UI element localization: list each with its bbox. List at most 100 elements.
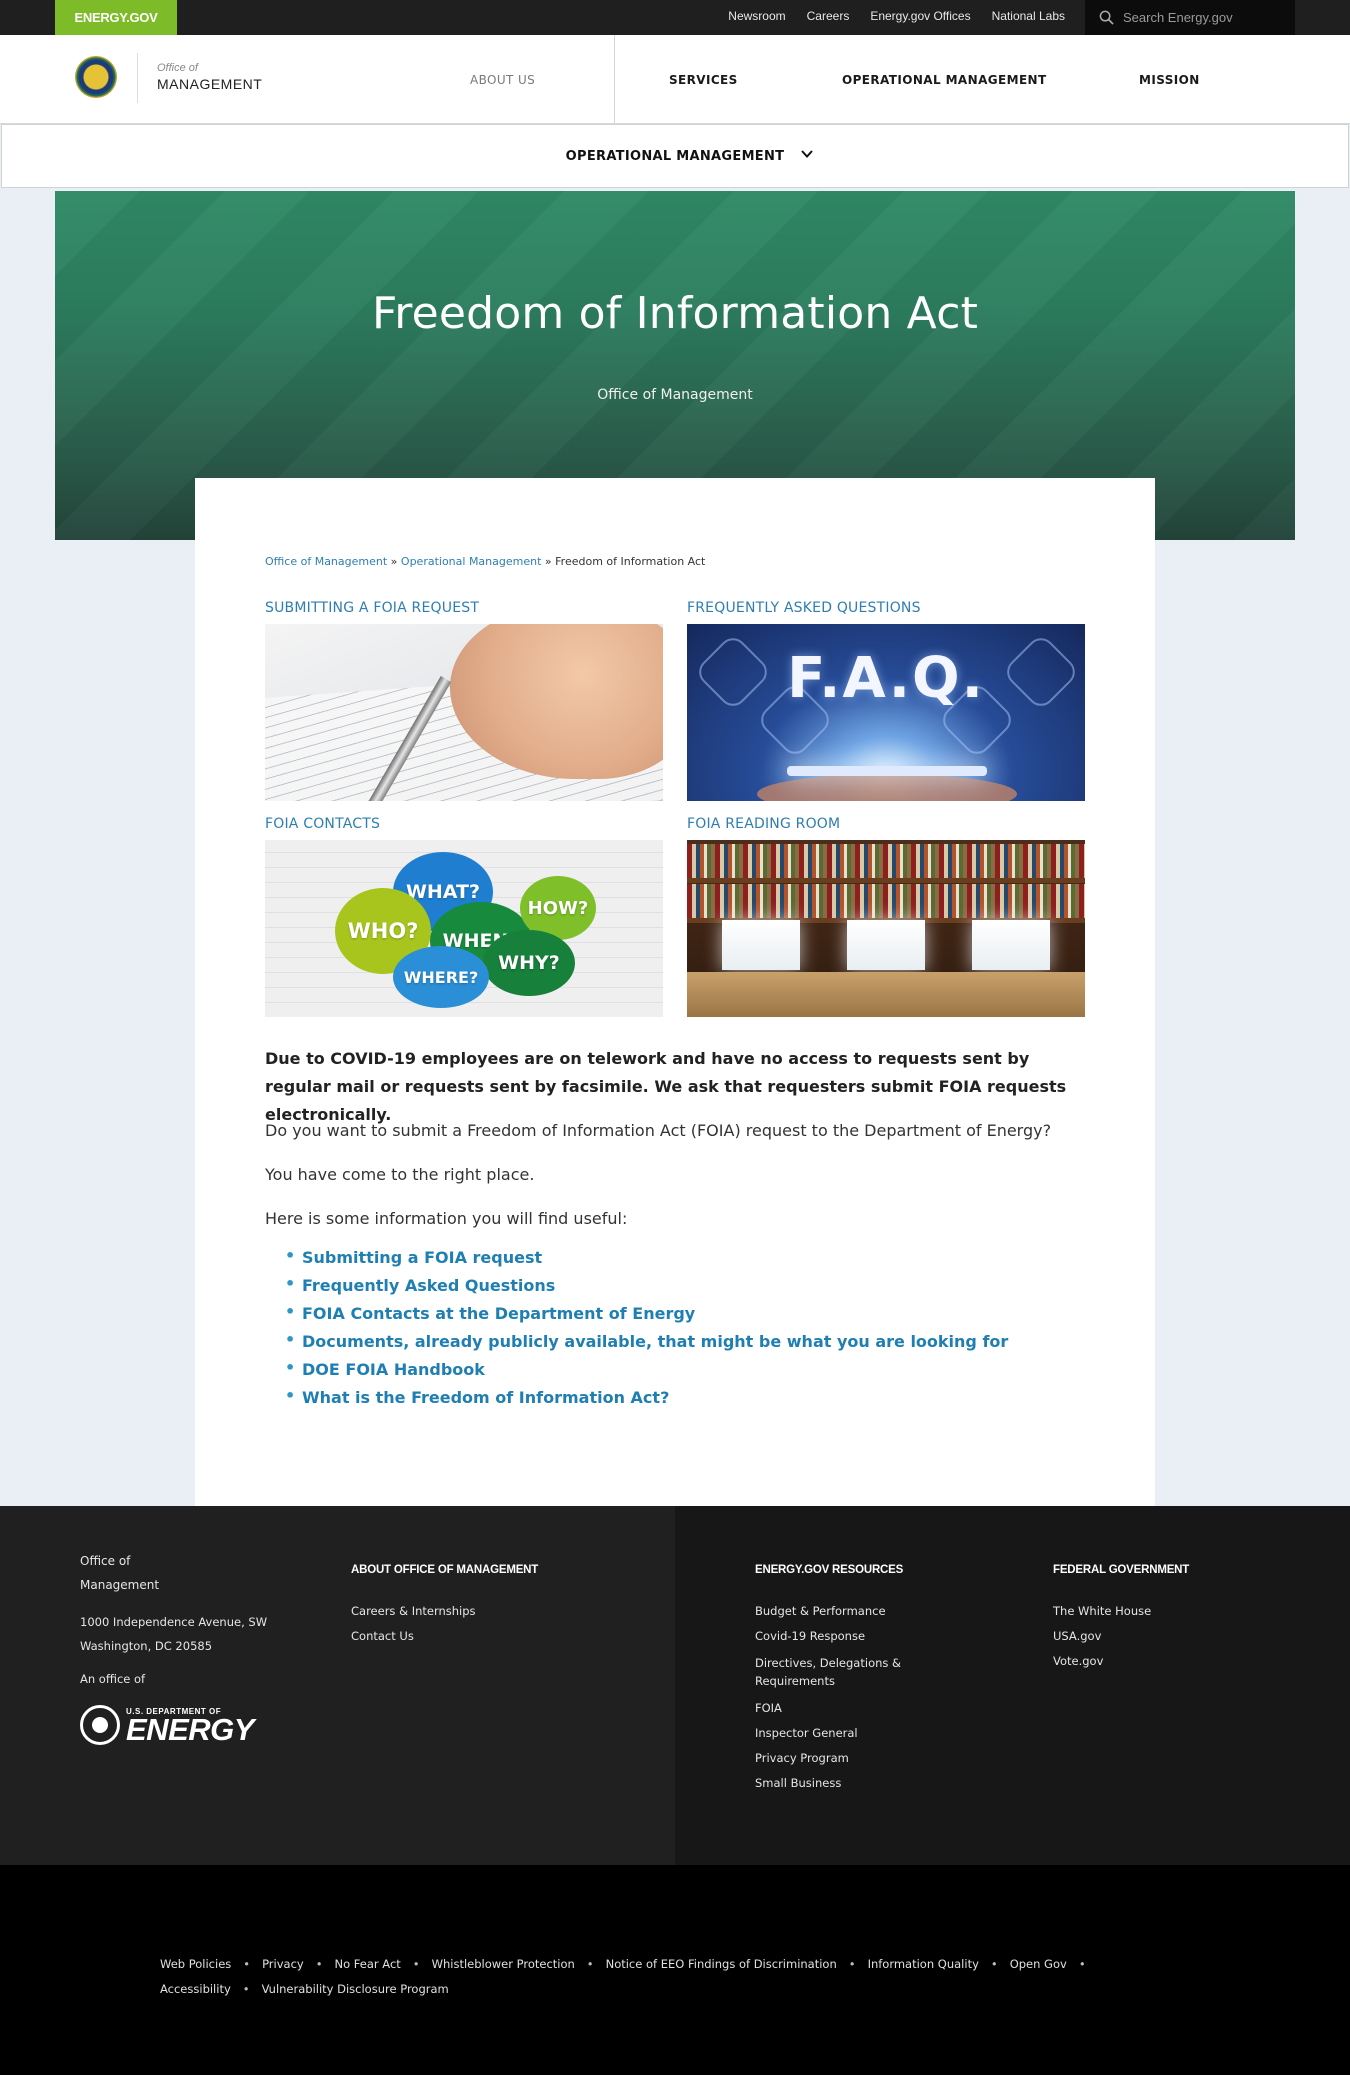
link-foia-contacts[interactable]: FOIA Contacts at the Department of Energ… xyxy=(285,1302,1008,1332)
utility-link-careers[interactable]: Careers xyxy=(807,9,850,23)
breadcrumb-separator: » xyxy=(544,555,552,568)
nav-operational-management[interactable]: OPERATIONAL MANAGEMENT xyxy=(842,35,1047,124)
footer-office-of: An office of xyxy=(80,1672,146,1686)
search-icon[interactable] xyxy=(1099,10,1114,25)
page-title: Freedom of Information Act xyxy=(371,288,979,339)
footer-heading-about: ABOUT OFFICE OF MANAGEMENT xyxy=(351,1564,539,1576)
desk-graphic xyxy=(687,972,1085,1017)
footer-link-budget-performance[interactable]: Budget & Performance xyxy=(755,1604,925,1618)
tile-image-faq[interactable]: F.A.Q. xyxy=(687,624,1085,801)
legal-link-web-policies[interactable]: Web Policies xyxy=(160,1957,231,1971)
shelf-board xyxy=(687,878,1085,883)
useful-info-heading: Here is some information you will find u… xyxy=(265,1209,628,1228)
useful-links-list: Submitting a FOIA request Frequently Ask… xyxy=(285,1246,1008,1416)
main-nav: ABOUT US SERVICES OPERATIONAL MANAGEMENT… xyxy=(0,35,1350,124)
footer-link-foia[interactable]: FOIA xyxy=(755,1701,925,1715)
bookshelf-row xyxy=(687,844,1085,878)
doe-footer-logo[interactable]: U.S. DEPARTMENT OF ENERGY xyxy=(80,1705,254,1745)
utility-link-newsroom[interactable]: Newsroom xyxy=(728,9,785,23)
footer-address-line1: 1000 Independence Avenue, SW xyxy=(80,1615,268,1629)
footer-link-usa-gov[interactable]: USA.gov xyxy=(1053,1629,1151,1643)
footer-address-line2: Washington, DC 20585 xyxy=(80,1639,213,1653)
section-subnav[interactable]: OPERATIONAL MANAGEMENT xyxy=(1,124,1349,188)
main-content-card: Office of Management » Operational Manag… xyxy=(195,478,1155,1506)
nav-mission[interactable]: MISSION xyxy=(1139,35,1200,124)
footer-link-covid-response[interactable]: Covid-19 Response xyxy=(755,1629,925,1643)
legal-link-eeo-findings[interactable]: Notice of EEO Findings of Discrimination xyxy=(606,1957,837,1971)
breadcrumb-office-of-management[interactable]: Office of Management xyxy=(265,555,387,568)
link-faq[interactable]: Frequently Asked Questions xyxy=(285,1274,1008,1304)
intro-question: Do you want to submit a Freedom of Infor… xyxy=(265,1121,1052,1140)
utility-links: Newsroom Careers Energy.gov Offices Nati… xyxy=(728,0,1065,32)
search-box xyxy=(1085,0,1295,35)
doe-wordmark: U.S. DEPARTMENT OF ENERGY xyxy=(126,1707,254,1745)
legal-links-row-1: Web Policies • Privacy • No Fear Act • Whis… xyxy=(160,1957,1086,1971)
footer-link-small-business[interactable]: Small Business xyxy=(755,1776,925,1790)
breadcrumb: Office of Management » Operational Manag… xyxy=(265,555,705,568)
legal-link-information-quality[interactable]: Information Quality xyxy=(868,1957,979,1971)
footer-about-links: Careers & Internships Contact Us xyxy=(351,1604,476,1654)
computer-screen xyxy=(722,920,800,970)
faq-image-text: F.A.Q. xyxy=(787,646,985,711)
footer-link-vote-gov[interactable]: Vote.gov xyxy=(1053,1654,1151,1668)
legal-link-open-gov[interactable]: Open Gov xyxy=(1010,1957,1067,1971)
bottom-legal-bar: Web Policies • Privacy • No Fear Act • Whis… xyxy=(0,1865,1350,2075)
page-subtitle: Office of Management xyxy=(597,387,753,403)
tile-title-faq[interactable]: FREQUENTLY ASKED QUESTIONS xyxy=(687,600,921,616)
nav-divider xyxy=(614,35,615,124)
legal-link-privacy[interactable]: Privacy xyxy=(262,1957,304,1971)
utility-bar: ENERGY.GOV Newsroom Careers Energy.gov O… xyxy=(0,0,1350,35)
bubble-where: WHERE? xyxy=(393,946,489,1008)
link-doe-foia-handbook[interactable]: DOE FOIA Handbook xyxy=(285,1358,1008,1388)
legal-link-accessibility[interactable]: Accessibility xyxy=(160,1982,231,1996)
intro-statement: You have come to the right place. xyxy=(265,1165,535,1184)
footer-resources-links: Budget & Performance Covid-19 Response D… xyxy=(755,1604,925,1801)
bookshelf-row xyxy=(687,884,1085,918)
hands-graphic xyxy=(757,774,1017,801)
breadcrumb-operational-management[interactable]: Operational Management xyxy=(401,555,542,568)
footer-link-inspector-general[interactable]: Inspector General xyxy=(755,1726,925,1740)
tile-title-foia-contacts[interactable]: FOIA CONTACTS xyxy=(265,816,380,832)
site-header: Office of MANAGEMENT ABOUT US SERVICES O… xyxy=(0,35,1350,124)
footer-office-line2: Management xyxy=(80,1578,160,1592)
tablet-graphic xyxy=(787,766,987,776)
footer-address: 1000 Independence Avenue, SW Washington,… xyxy=(80,1610,267,1658)
utility-link-national-labs[interactable]: National Labs xyxy=(992,9,1065,23)
link-what-is-foia[interactable]: What is the Freedom of Information Act? xyxy=(285,1386,1008,1416)
tile-image-reading-room[interactable] xyxy=(687,840,1085,1017)
legal-links-row-2: Accessibility • Vulnerability Disclosure … xyxy=(160,1982,449,1996)
legal-link-whistleblower[interactable]: Whistleblower Protection xyxy=(432,1957,575,1971)
nav-about-us[interactable]: ABOUT US xyxy=(470,35,535,124)
energy-gov-badge[interactable]: ENERGY.GOV xyxy=(55,0,177,35)
link-public-documents[interactable]: Documents, already publicly available, t… xyxy=(285,1330,1008,1360)
footer-link-privacy-program[interactable]: Privacy Program xyxy=(755,1751,925,1765)
tile-image-submitting-request[interactable] xyxy=(265,624,663,801)
breadcrumb-current: Freedom of Information Act xyxy=(555,555,706,568)
legal-link-no-fear-act[interactable]: No Fear Act xyxy=(335,1957,401,1971)
site-footer: Office of Management 1000 Independence A… xyxy=(0,1506,1350,1865)
footer-link-directives[interactable]: Directives, Delegations & Requirements xyxy=(755,1654,925,1690)
search-input[interactable] xyxy=(1123,10,1283,25)
utility-link-offices[interactable]: Energy.gov Offices xyxy=(870,9,970,23)
doe-seal-icon xyxy=(80,1705,120,1745)
footer-office-line1: Office of xyxy=(80,1554,131,1568)
computer-screen xyxy=(972,920,1050,970)
footer-link-white-house[interactable]: The White House xyxy=(1053,1604,1151,1618)
covid-notice: Due to COVID-19 employees are on telewor… xyxy=(265,1049,1067,1124)
tile-title-submitting-request[interactable]: SUBMITTING A FOIA REQUEST xyxy=(265,600,479,616)
bubble-why: WHY? xyxy=(483,930,575,996)
breadcrumb-separator: » xyxy=(390,555,398,568)
subnav-label: OPERATIONAL MANAGEMENT xyxy=(565,148,785,164)
footer-heading-resources: ENERGY.GOV RESOURCES xyxy=(755,1564,904,1576)
legal-link-vulnerability-disclosure[interactable]: Vulnerability Disclosure Program xyxy=(262,1982,449,1996)
nav-services[interactable]: SERVICES xyxy=(669,35,738,124)
tile-title-reading-room[interactable]: FOIA READING ROOM xyxy=(687,816,840,832)
tile-image-foia-contacts[interactable]: WHAT? WHO? WHEN? HOW? WHY? WHERE? xyxy=(265,840,663,1017)
computer-screen xyxy=(847,920,925,970)
link-submitting-foia-request[interactable]: Submitting a FOIA request xyxy=(285,1246,1008,1276)
footer-link-careers-internships[interactable]: Careers & Internships xyxy=(351,1604,476,1618)
chevron-down-icon[interactable] xyxy=(800,147,814,161)
footer-heading-federal: FEDERAL GOVERNMENT xyxy=(1053,1564,1190,1576)
footer-link-contact-us[interactable]: Contact Us xyxy=(351,1629,476,1643)
footer-office-info: Office of Management xyxy=(80,1549,159,1597)
